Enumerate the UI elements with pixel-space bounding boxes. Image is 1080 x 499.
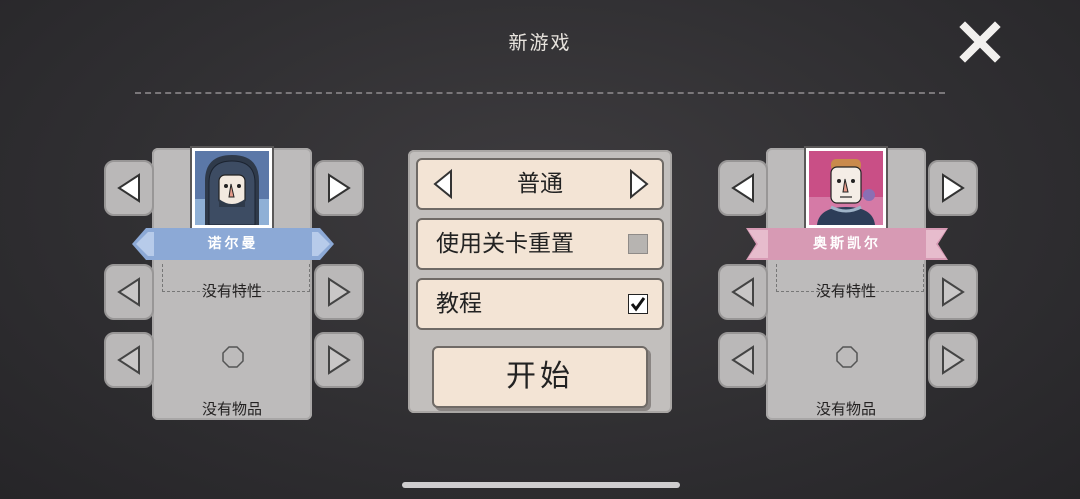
level-reset-checkbox[interactable] <box>628 234 648 254</box>
checkmark-icon <box>630 297 646 312</box>
arrow-right-icon <box>942 345 965 375</box>
right-player-panel: 奥斯凯尔 没有特性 没有物品 <box>718 148 990 420</box>
knight-portrait-icon <box>195 155 269 225</box>
right-trait-label: 没有特性 <box>815 282 876 300</box>
start-button[interactable]: 开始 <box>432 346 648 408</box>
home-indicator[interactable] <box>402 482 680 488</box>
left-trait-label: 没有特性 <box>201 282 262 300</box>
empty-item-icon <box>836 346 858 368</box>
right-item-next-button[interactable] <box>928 332 978 388</box>
tutorial-option[interactable]: 教程 <box>416 278 664 330</box>
arrow-right-icon <box>942 173 965 203</box>
left-portrait-prev-button[interactable] <box>104 160 154 216</box>
arrow-left-icon <box>117 277 140 307</box>
left-item-next-button[interactable] <box>314 332 364 388</box>
left-player-portrait <box>192 148 272 228</box>
page-title: 新游戏 <box>508 32 572 54</box>
left-player-name: 诺尔曼 <box>207 236 259 252</box>
tutorial-label: 教程 <box>436 291 482 317</box>
level-reset-option[interactable]: 使用关卡重置 <box>416 218 664 270</box>
left-player-panel: 诺尔曼 没有特性 没有物品 <box>104 148 376 420</box>
header-divider <box>135 92 945 94</box>
close-button[interactable] <box>958 20 1002 64</box>
arrow-left-icon <box>731 277 754 307</box>
arrow-right-icon <box>328 277 351 307</box>
arrow-left-icon <box>731 173 754 203</box>
right-trait-prev-button[interactable] <box>718 264 768 320</box>
empty-item-icon <box>222 346 244 368</box>
difficulty-selector: 普通 <box>416 158 664 210</box>
arrow-left-icon <box>117 345 140 375</box>
arrow-left-icon <box>731 345 754 375</box>
start-label: 开始 <box>506 359 574 394</box>
warrior-portrait-icon <box>809 159 883 225</box>
right-item-label: 没有物品 <box>815 400 876 418</box>
right-player-portrait <box>806 148 886 228</box>
left-trait-next-button[interactable] <box>314 264 364 320</box>
left-item-prev-button[interactable] <box>104 332 154 388</box>
arrow-right-icon <box>328 173 351 203</box>
tutorial-checkbox[interactable] <box>628 294 648 314</box>
arrow-right-icon <box>942 277 965 307</box>
right-trait-next-button[interactable] <box>928 264 978 320</box>
arrow-left-icon <box>117 173 140 203</box>
left-portrait-next-button[interactable] <box>314 160 364 216</box>
right-portrait-prev-button[interactable] <box>718 160 768 216</box>
close-icon <box>959 21 1001 63</box>
right-name-banner: 奥斯凯尔 <box>746 224 948 264</box>
left-trait-prev-button[interactable] <box>104 264 154 320</box>
right-item-prev-button[interactable] <box>718 332 768 388</box>
left-item-label: 没有物品 <box>201 400 262 418</box>
level-reset-label: 使用关卡重置 <box>436 231 574 257</box>
left-name-banner: 诺尔曼 <box>132 224 334 264</box>
right-portrait-next-button[interactable] <box>928 160 978 216</box>
right-player-name: 奥斯凯尔 <box>813 236 881 252</box>
arrow-right-icon <box>328 345 351 375</box>
game-settings-panel: 普通 使用关卡重置 教程 开始 <box>408 150 672 413</box>
arrow-right-icon[interactable] <box>626 168 652 200</box>
